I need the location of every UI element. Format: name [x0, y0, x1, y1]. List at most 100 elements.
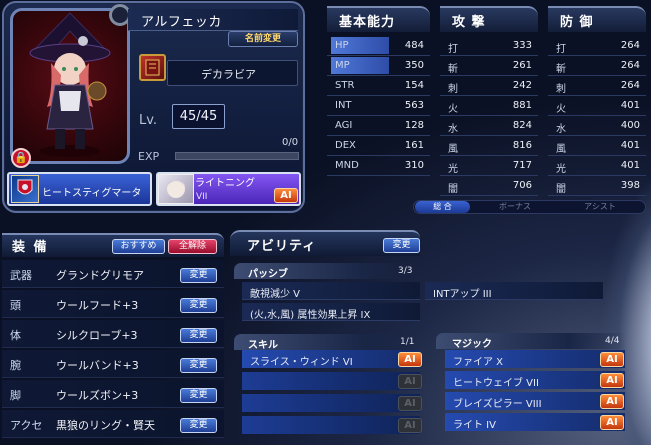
equipment-change-button[interactable]: 変更	[180, 298, 217, 313]
ai-badge[interactable]: AI	[398, 396, 422, 411]
ai-badge[interactable]: AI	[600, 352, 624, 367]
recommend-button[interactable]: おすすめ	[112, 239, 165, 254]
attack_stats-label: 火	[448, 104, 458, 115]
passive-item-label: 敵視減少 V	[250, 289, 301, 300]
attack_stats-value: 717	[512, 160, 532, 171]
equipment-item: ウールフード+3	[56, 299, 139, 312]
ai-badge[interactable]: AI	[600, 373, 624, 388]
ai-badge[interactable]: AI	[600, 394, 624, 409]
equipment-slot: 体	[10, 329, 21, 342]
character-sprite	[29, 12, 111, 157]
magic-item-label: ライト IV	[453, 420, 496, 431]
ai-badge[interactable]: AI	[398, 374, 422, 389]
avatar-thumbnail	[158, 174, 194, 204]
defense_stats-label: 打	[556, 44, 566, 55]
defense_stats-value: 398	[620, 180, 640, 191]
defense_stats-value: 401	[620, 140, 640, 151]
defense_stats-value: 401	[620, 100, 640, 111]
ai-badge[interactable]: AI	[398, 418, 422, 433]
attack_stats-value: 881	[512, 100, 532, 111]
ability-title: アビリティ	[247, 239, 317, 254]
skill-slot-2-level: VII	[196, 192, 208, 202]
skill-count: 1/1	[400, 337, 415, 347]
skill-item[interactable]	[242, 416, 420, 434]
level-label: Lv.	[139, 113, 158, 128]
tab-total[interactable]: 総 合	[415, 201, 470, 213]
equipment-title: 装 備	[12, 240, 49, 255]
attack_stats-label: 風	[448, 144, 458, 155]
defense_stats-label: 火	[556, 104, 566, 115]
defense_stats-label: 光	[556, 164, 566, 175]
defense_stats-value: 264	[620, 40, 640, 51]
magic-item-label: ファイア X	[453, 357, 504, 368]
lock-icon[interactable]: 🔒	[11, 148, 31, 168]
defense_stats-label: 斬	[556, 64, 566, 75]
skill-item[interactable]	[242, 394, 420, 412]
defense_stats-value: 401	[620, 160, 640, 171]
rename-label: 名前変更	[244, 34, 281, 44]
attack_stats-label: 斬	[448, 64, 458, 75]
basic_stats-value: 128	[404, 120, 424, 131]
equipment-change-button[interactable]: 変更	[180, 268, 217, 283]
grimoire-icon[interactable]	[139, 54, 166, 81]
exp-label: EXP	[138, 150, 160, 163]
skill-slot-2-name: ライトニング	[195, 178, 255, 189]
attack_stats-title: 攻 撃	[452, 15, 486, 30]
attack_stats-value: 706	[512, 180, 532, 191]
attack_stats-label: 刺	[448, 84, 458, 95]
ai-badge[interactable]: AI	[600, 415, 624, 430]
clear-all-button[interactable]: 全解除	[168, 239, 217, 254]
exp-bar	[175, 152, 299, 160]
magic-item-label: ブレイズピラー VIII	[453, 399, 542, 410]
skill-emblem-icon	[11, 175, 39, 203]
equipment-slot: 脚	[10, 389, 21, 402]
attack_stats-label: 水	[448, 124, 458, 135]
defense_stats-label: 闇	[556, 184, 566, 195]
character-status-screen: 🔒 アルフェッカ 名前変更 デカラビア Lv. 45/45 0/0 EXP ヒー…	[0, 0, 651, 445]
rename-button[interactable]: 名前変更	[228, 31, 298, 47]
basic_stats-value: 310	[404, 160, 424, 171]
equipment-change-button[interactable]: 変更	[180, 358, 217, 373]
emblem-glyph	[17, 179, 33, 195]
ai-badge[interactable]: AI	[274, 188, 298, 203]
equipment-item: シルクローブ+3	[56, 329, 138, 342]
equipment-slot: アクセ	[10, 419, 43, 432]
basic_stats-value: 484	[404, 40, 424, 51]
passive-item-label: INTアップ III	[433, 289, 492, 300]
defense_stats-value: 264	[620, 80, 640, 91]
ability-change-button[interactable]: 変更	[383, 238, 420, 253]
equipment-slot: 腕	[10, 359, 21, 372]
character-portrait[interactable]	[10, 8, 130, 164]
equipment-change-button[interactable]: 変更	[180, 418, 217, 433]
attack_stats-label: 闇	[448, 184, 458, 195]
exp-value: 0/0	[282, 137, 299, 148]
passive-title: パッシブ	[248, 269, 288, 280]
defense_stats-label: 風	[556, 144, 566, 155]
basic_stats-label: MP	[335, 60, 350, 71]
skill-title: スキル	[248, 340, 278, 351]
equipment-item: 黒狼のリング・賢天	[56, 419, 155, 432]
tab-assist[interactable]: アシスト	[560, 201, 640, 213]
equipment-change-button[interactable]: 変更	[180, 388, 217, 403]
defense_stats-value: 264	[620, 60, 640, 71]
attack_stats-value: 824	[512, 120, 532, 131]
basic_stats-value: 350	[404, 60, 424, 71]
defense_stats-title: 防 御	[560, 15, 594, 30]
equipment-item: グランドグリモア	[56, 269, 144, 282]
basic_stats-label: INT	[335, 100, 352, 111]
passive-item-label: (火,水,風) 属性効果上昇 IX	[250, 310, 371, 321]
ai-badge[interactable]: AI	[398, 352, 422, 367]
equipment-change-button[interactable]: 変更	[180, 328, 217, 343]
basic_stats-label: AGI	[335, 120, 353, 131]
magic-title: マジック	[452, 339, 492, 350]
skill-item-label: スライス・ウィンド VI	[250, 357, 353, 368]
avatar-glyph	[166, 180, 186, 198]
attack_stats-value: 261	[512, 60, 532, 71]
skill-item[interactable]	[242, 372, 420, 390]
attack_stats-label: 打	[448, 44, 458, 55]
attack_stats-value: 333	[512, 40, 532, 51]
basic_stats-value: 154	[404, 80, 424, 91]
tab-bonus[interactable]: ボーナス	[480, 201, 550, 213]
basic_stats-title: 基本能力	[339, 15, 396, 30]
character-name: アルフェッカ	[141, 15, 222, 30]
